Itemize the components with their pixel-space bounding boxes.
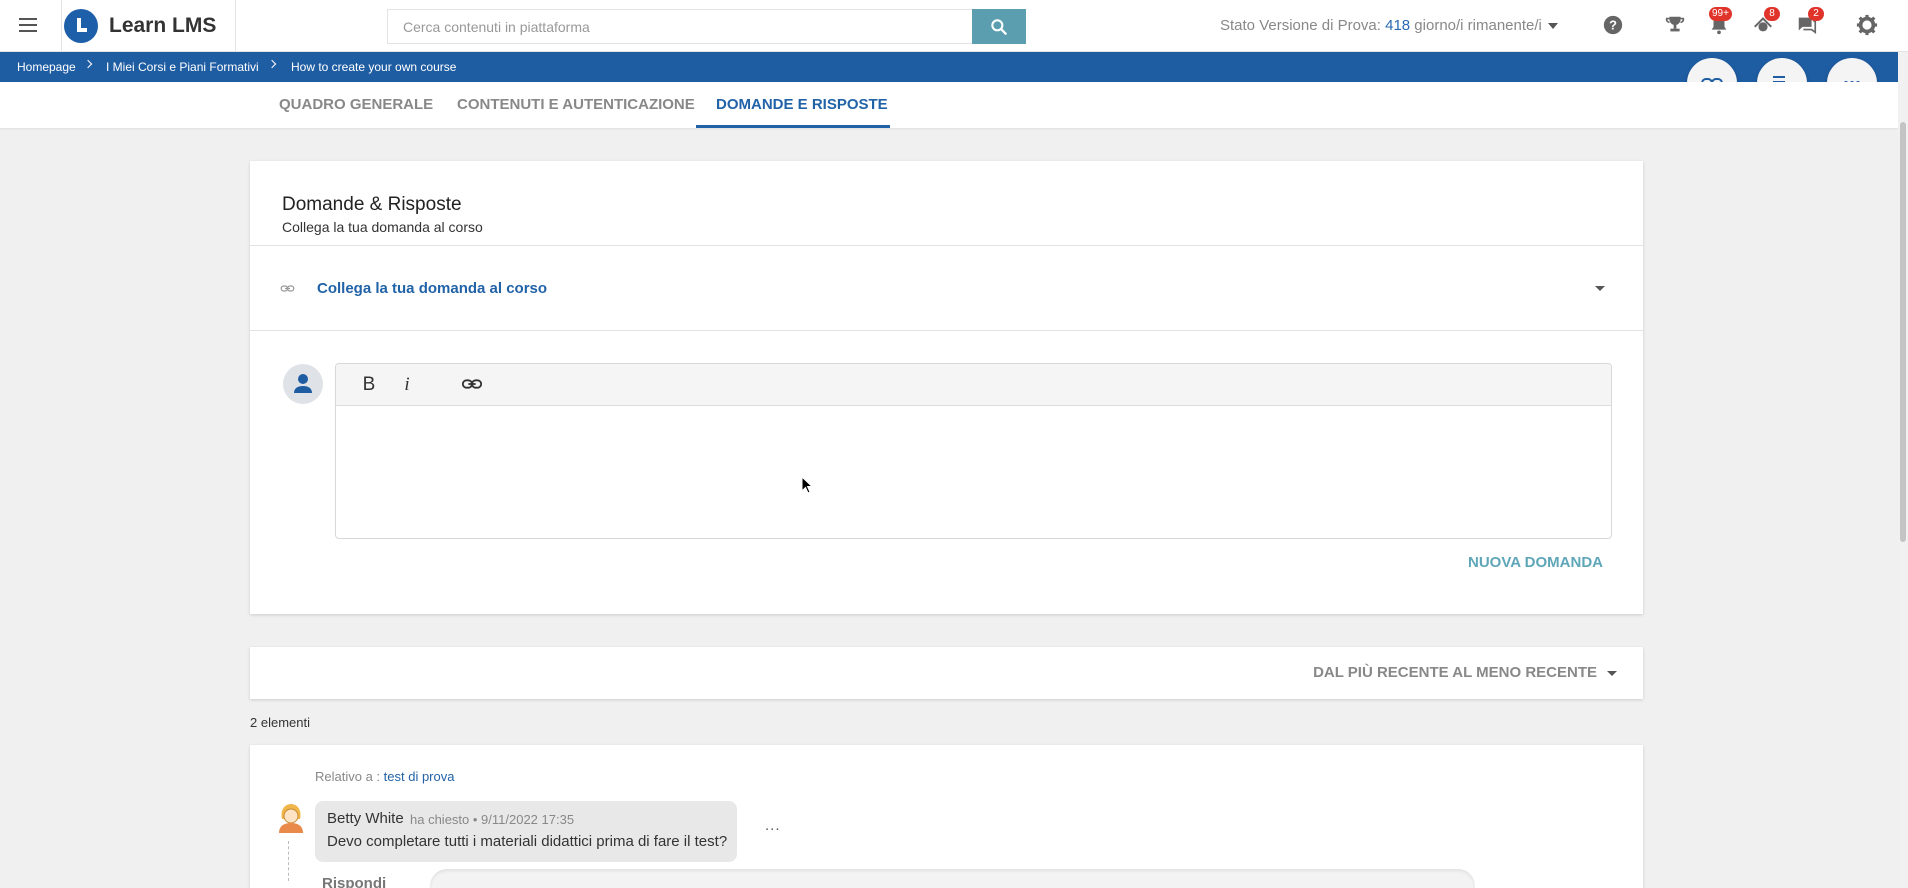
tab-qa[interactable]: DOMANDE E RISPOSTE (716, 96, 888, 113)
divider (235, 0, 236, 52)
breadcrumb: Homepage I Miei Corsi e Piani Formativi … (0, 52, 1898, 82)
link-icon (280, 285, 295, 292)
notifications-icon[interactable]: 99+ (1708, 7, 1732, 38)
caret-down-icon (1595, 286, 1605, 291)
insert-link-button[interactable] (459, 373, 485, 397)
divider (250, 330, 1643, 331)
sort-dropdown[interactable]: DAL PIÙ RECENTE AL MENO RECENTE (1313, 664, 1617, 681)
related-to: Relativo a : test di prova (315, 769, 454, 784)
sort-label: DAL PIÙ RECENTE AL MENO RECENTE (1313, 664, 1597, 681)
question-card: Relativo a : test di prova Betty White h… (250, 745, 1643, 888)
search-icon (991, 19, 1007, 35)
notifications-badge: 99+ (1709, 7, 1732, 21)
bold-button[interactable]: B (356, 373, 382, 397)
chevron-right-icon (267, 59, 277, 69)
question-meta: ha chiesto • 9/11/2022 17:35 (410, 812, 575, 827)
messages-icon[interactable]: 2 (1796, 7, 1824, 38)
caret-down-icon (1547, 23, 1558, 30)
reply-input[interactable] (430, 869, 1475, 888)
card-title: Domande & Risposte (282, 194, 462, 215)
new-question-button[interactable]: NUOVA DOMANDA (1468, 554, 1603, 571)
thread-line (288, 841, 289, 881)
svg-text:?: ? (1609, 18, 1617, 33)
messages-badge: 2 (1808, 7, 1824, 21)
courses-icon[interactable]: 8 (1752, 7, 1780, 38)
editor-toolbar: B i (336, 364, 1611, 406)
italic-button[interactable]: i (394, 373, 420, 397)
qa-card: Domande & Risposte Collega la tua domand… (250, 161, 1643, 614)
card-subtitle: Collega la tua domanda al corso (282, 219, 483, 235)
link-icon (461, 379, 483, 389)
chevron-right-icon (83, 59, 93, 69)
sort-bar: DAL PIÙ RECENTE AL MENO RECENTE (250, 647, 1643, 699)
related-label: Relativo a : (315, 769, 384, 784)
question-more-button[interactable]: ... (765, 817, 781, 834)
user-icon (294, 374, 312, 393)
avatar (276, 801, 306, 833)
link-question-dropdown[interactable]: Collega la tua domanda al corso (250, 246, 1643, 330)
trial-suffix: giorno/i rimanente/i (1410, 17, 1542, 34)
scrollbar[interactable] (1898, 52, 1908, 888)
reply-label: Rispondi (322, 875, 387, 888)
tab-bar: QUADRO GENERALE CONTENUTI E AUTENTICAZIO… (0, 82, 1898, 128)
question-editor: B i (335, 363, 1612, 539)
question-author[interactable]: Betty White (327, 810, 404, 827)
active-tab-indicator (696, 125, 890, 128)
question-text: Devo completare tutti i materiali didatt… (327, 833, 728, 850)
question-bubble: Betty White ha chiesto • 9/11/2022 17:35… (315, 801, 737, 862)
search-input[interactable] (387, 9, 972, 44)
menu-icon[interactable] (16, 14, 40, 38)
breadcrumb-my-courses[interactable]: I Miei Corsi e Piani Formativi (106, 60, 259, 74)
search-button[interactable] (972, 9, 1026, 44)
tab-contents[interactable]: CONTENUTI E AUTENTICAZIONE (457, 96, 695, 113)
trial-status-dropdown[interactable]: Stato Versione di Prova: 418 giorno/i ri… (1220, 17, 1558, 34)
mouse-cursor-icon (801, 476, 813, 494)
items-count: 2 elementi (250, 715, 310, 730)
top-bar: Learn LMS Stato Versione di Prova: 418 g… (0, 0, 1908, 52)
link-question-label: Collega la tua domanda al corso (317, 280, 548, 297)
trial-days: 418 (1385, 17, 1411, 34)
question-text-area[interactable] (336, 406, 1611, 538)
breadcrumb-home[interactable]: Homepage (17, 60, 76, 74)
trial-label: Stato Versione di Prova: (1220, 17, 1386, 34)
caret-down-icon (1607, 670, 1617, 676)
avatar (283, 364, 323, 404)
help-icon[interactable]: ? (1602, 14, 1626, 38)
related-link[interactable]: test di prova (384, 769, 455, 784)
user-avatar-icon (279, 804, 303, 833)
breadcrumb-current: How to create your own course (291, 60, 457, 74)
trophy-icon[interactable] (1664, 14, 1688, 38)
gear-icon[interactable] (1856, 14, 1880, 38)
tab-overview[interactable]: QUADRO GENERALE (279, 96, 433, 113)
divider (61, 0, 62, 52)
logo-icon[interactable] (64, 9, 98, 43)
brand-name[interactable]: Learn LMS (109, 14, 216, 38)
courses-badge: 8 (1764, 7, 1780, 21)
scrollbar-thumb[interactable] (1900, 122, 1906, 542)
